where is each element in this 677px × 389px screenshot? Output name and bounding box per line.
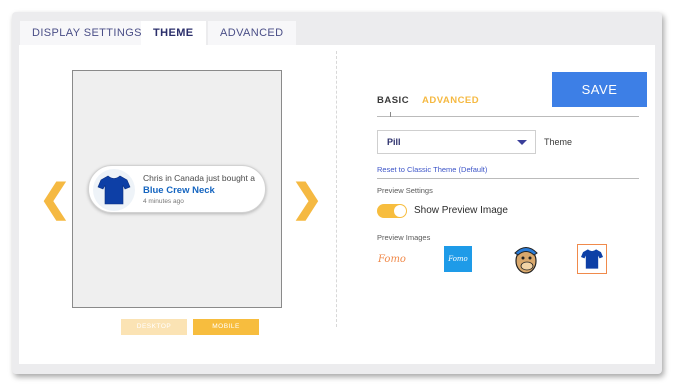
- notification-pill: Chris in Canada just bought a Blue Crew …: [88, 165, 266, 213]
- subtab-basic[interactable]: BASIC: [377, 95, 409, 106]
- preview-image-mailchimp[interactable]: [511, 244, 541, 274]
- tab-advanced[interactable]: ADVANCED: [208, 21, 296, 45]
- theme-label: Theme: [544, 137, 573, 147]
- active-subtab-marker: [390, 112, 391, 117]
- fomo-text-logo: Fomo: [378, 253, 406, 265]
- chevron-down-icon: [517, 140, 527, 145]
- theme-select-value: Pill: [387, 137, 401, 147]
- preview-settings-heading: Preview Settings: [377, 186, 433, 195]
- tab-theme[interactable]: THEME: [141, 21, 206, 45]
- mailchimp-icon: [514, 247, 538, 274]
- save-button[interactable]: SAVE: [552, 72, 647, 107]
- subtab-underline: [377, 116, 639, 117]
- desktop-button[interactable]: DESKTOP: [121, 319, 187, 335]
- notification-time: 4 minutes ago: [143, 198, 184, 205]
- show-preview-image-label: Show Preview Image: [414, 205, 508, 216]
- panel-divider: [336, 51, 337, 327]
- content-panel: ❮ ❯ Chris in Canada just bought a Blue C…: [19, 45, 655, 364]
- tab-display-settings[interactable]: DISPLAY SETTINGS: [20, 21, 154, 45]
- reset-theme-link[interactable]: Reset to Classic Theme (Default): [377, 165, 487, 174]
- tshirt-icon: [97, 175, 131, 205]
- preview-image-tshirt[interactable]: [577, 244, 607, 274]
- preview-images-heading: Preview Images: [377, 233, 431, 242]
- theme-select[interactable]: Pill: [377, 130, 536, 154]
- next-arrow-icon[interactable]: ❯: [291, 180, 323, 218]
- previous-arrow-icon[interactable]: ❮: [39, 180, 71, 218]
- preview-image-fomo-text[interactable]: Fomo: [376, 244, 408, 274]
- tshirt-thumbnail-icon: [581, 249, 603, 269]
- notification-product-link[interactable]: Blue Crew Neck: [143, 185, 215, 196]
- toggle-knob: [394, 205, 406, 217]
- product-image: [93, 169, 135, 211]
- fomo-square-logo: Fomo: [448, 255, 468, 263]
- preview-image-fomo-square[interactable]: Fomo: [444, 246, 472, 272]
- subtab-advanced[interactable]: ADVANCED: [422, 95, 479, 106]
- show-preview-image-toggle[interactable]: [377, 204, 407, 218]
- mobile-button[interactable]: MOBILE: [193, 319, 259, 335]
- app-window: DISPLAY SETTINGS THEME ADVANCED ❮ ❯ Chri…: [12, 12, 662, 374]
- notification-message: Chris in Canada just bought a: [143, 173, 255, 183]
- section-divider: [377, 178, 639, 179]
